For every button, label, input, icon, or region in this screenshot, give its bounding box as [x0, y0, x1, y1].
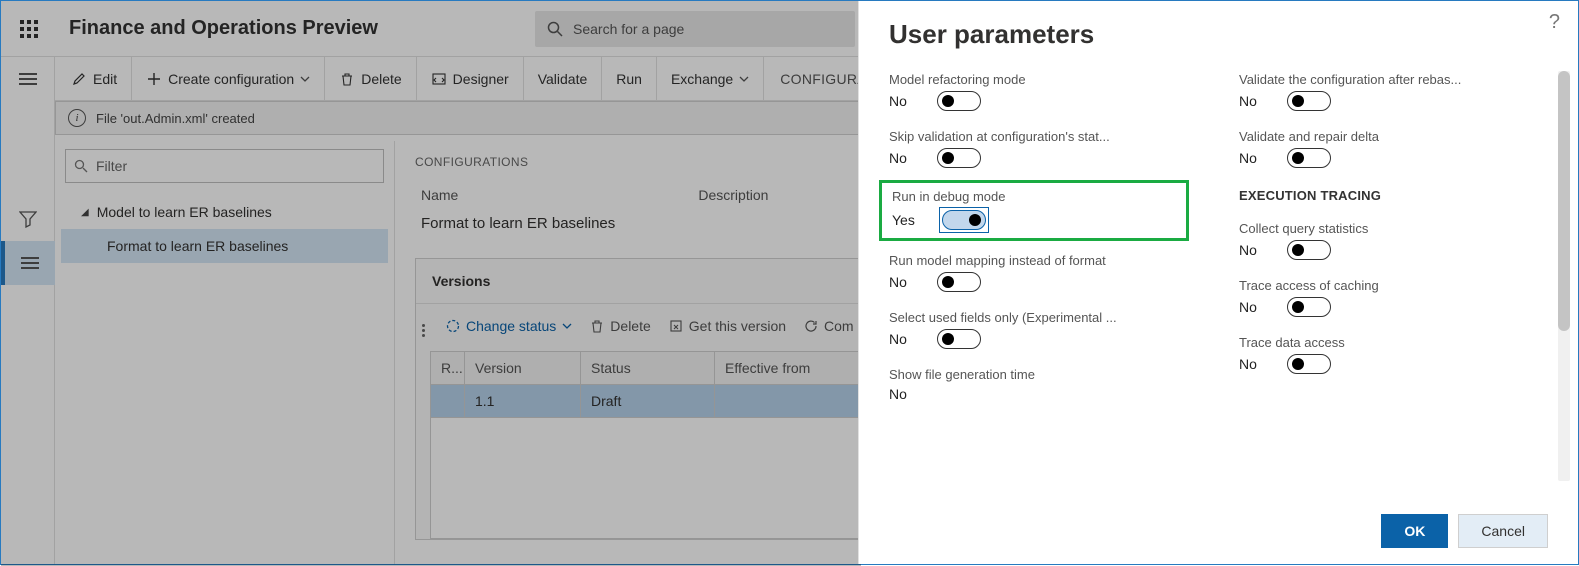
- user-parameters-panel: User parameters Model refactoring mode No…: [858, 1, 1578, 564]
- toggle[interactable]: [942, 210, 986, 230]
- menu-toggle[interactable]: [1, 57, 55, 101]
- create-label: Create configuration: [168, 71, 294, 87]
- funnel-icon: [19, 210, 37, 228]
- apps-launcher[interactable]: [1, 1, 57, 57]
- trash-icon: [339, 71, 355, 87]
- toggle[interactable]: [1287, 240, 1331, 260]
- edit-label: Edit: [93, 71, 117, 87]
- version-delete-button[interactable]: Delete: [590, 318, 650, 334]
- get-version-button[interactable]: Get this version: [669, 318, 786, 334]
- param-label: Collect query statistics: [1239, 221, 1529, 236]
- column-name: Name: [421, 187, 458, 203]
- designer-button[interactable]: Designer: [417, 57, 524, 100]
- trash-icon: [590, 319, 604, 333]
- list-rail-button[interactable]: [1, 241, 55, 285]
- apps-icon: [20, 20, 38, 38]
- panel-title: User parameters: [889, 19, 1548, 50]
- param-value: No: [1239, 356, 1267, 372]
- designer-icon: [431, 71, 447, 87]
- chevron-down-icon: [739, 74, 749, 84]
- change-status-button[interactable]: Change status: [446, 318, 572, 334]
- cancel-button[interactable]: Cancel: [1458, 514, 1548, 548]
- toggle[interactable]: [937, 272, 981, 292]
- param-label: Show file generation time: [889, 367, 1179, 382]
- toggle[interactable]: [937, 148, 981, 168]
- param-value: No: [1239, 93, 1267, 109]
- collapse-icon: ◢: [81, 207, 89, 218]
- status-icon: [446, 319, 460, 333]
- param-label: Validate the configuration after rebas..…: [1239, 72, 1529, 87]
- compare-button[interactable]: Com: [804, 318, 854, 334]
- ok-button[interactable]: OK: [1381, 514, 1448, 548]
- param-value: No: [1239, 150, 1267, 166]
- exchange-button[interactable]: Exchange: [657, 57, 764, 100]
- pencil-icon: [71, 71, 87, 87]
- filter-input[interactable]: Filter: [65, 149, 384, 183]
- run-button[interactable]: Run: [602, 57, 657, 100]
- edit-button[interactable]: Edit: [57, 57, 132, 100]
- col-version[interactable]: Version: [465, 352, 581, 385]
- col-status[interactable]: Status: [581, 352, 715, 385]
- param-label: Run in debug mode: [892, 189, 1176, 204]
- param-value: No: [1239, 299, 1267, 315]
- tree-item-label: Format to learn ER baselines: [107, 238, 288, 254]
- column-description: Description: [698, 187, 768, 203]
- param-label: Trace access of caching: [1239, 278, 1529, 293]
- param-value: Yes: [892, 212, 920, 228]
- toggle[interactable]: [1287, 148, 1331, 168]
- search-icon: [547, 21, 563, 37]
- run-label: Run: [616, 71, 642, 87]
- param-value: No: [889, 386, 917, 402]
- app-title: Finance and Operations Preview: [69, 17, 378, 40]
- plus-icon: [146, 71, 162, 87]
- toggle[interactable]: [937, 91, 981, 111]
- validate-button[interactable]: Validate: [524, 57, 603, 100]
- download-icon: [669, 319, 683, 333]
- tree-item-model[interactable]: ◢ Model to learn ER baselines: [61, 195, 388, 229]
- toggle[interactable]: [1287, 91, 1331, 111]
- param-label: Select used fields only (Experimental ..…: [889, 310, 1179, 325]
- cell-version: 1.1: [465, 385, 581, 418]
- filter-rail-button[interactable]: [1, 197, 55, 241]
- toggle[interactable]: [1287, 354, 1331, 374]
- param-label: Skip validation at configuration's stat.…: [889, 129, 1179, 144]
- list-icon: [21, 257, 39, 269]
- param-label: Trace data access: [1239, 335, 1529, 350]
- search-placeholder: Search for a page: [573, 21, 684, 37]
- tree-item-format[interactable]: Format to learn ER baselines: [61, 229, 388, 263]
- execution-tracing-header: EXECUTION TRACING: [1239, 188, 1529, 203]
- param-label: Run model mapping instead of format: [889, 253, 1179, 268]
- col-r[interactable]: R...: [431, 352, 465, 385]
- scrollbar[interactable]: [1558, 71, 1570, 481]
- param-value: No: [889, 274, 917, 290]
- delete-label: Delete: [361, 71, 401, 87]
- search-input[interactable]: Search for a page: [535, 11, 855, 47]
- exchange-label: Exchange: [671, 71, 733, 87]
- hamburger-icon: [19, 73, 37, 85]
- more-icon[interactable]: [422, 324, 425, 337]
- delete-button[interactable]: Delete: [325, 57, 416, 100]
- param-value: No: [889, 150, 917, 166]
- toggle[interactable]: [1287, 297, 1331, 317]
- toggle[interactable]: [937, 329, 981, 349]
- filter-icon: [74, 159, 88, 173]
- cell-status: Draft: [581, 385, 715, 418]
- param-value: No: [1239, 242, 1267, 258]
- chevron-down-icon: [562, 321, 572, 331]
- info-message: File 'out.Admin.xml' created: [96, 111, 255, 126]
- create-configuration-button[interactable]: Create configuration: [132, 57, 325, 100]
- tree-item-label: Model to learn ER baselines: [97, 204, 272, 220]
- help-icon[interactable]: ?: [1549, 11, 1560, 34]
- designer-label: Designer: [453, 71, 509, 87]
- validate-label: Validate: [538, 71, 588, 87]
- refresh-icon: [804, 319, 818, 333]
- filter-placeholder: Filter: [96, 158, 127, 174]
- param-value: No: [889, 331, 917, 347]
- param-label: Validate and repair delta: [1239, 129, 1529, 144]
- chevron-down-icon: [300, 74, 310, 84]
- param-value: No: [889, 93, 917, 109]
- info-icon: i: [68, 109, 86, 127]
- param-label: Model refactoring mode: [889, 72, 1179, 87]
